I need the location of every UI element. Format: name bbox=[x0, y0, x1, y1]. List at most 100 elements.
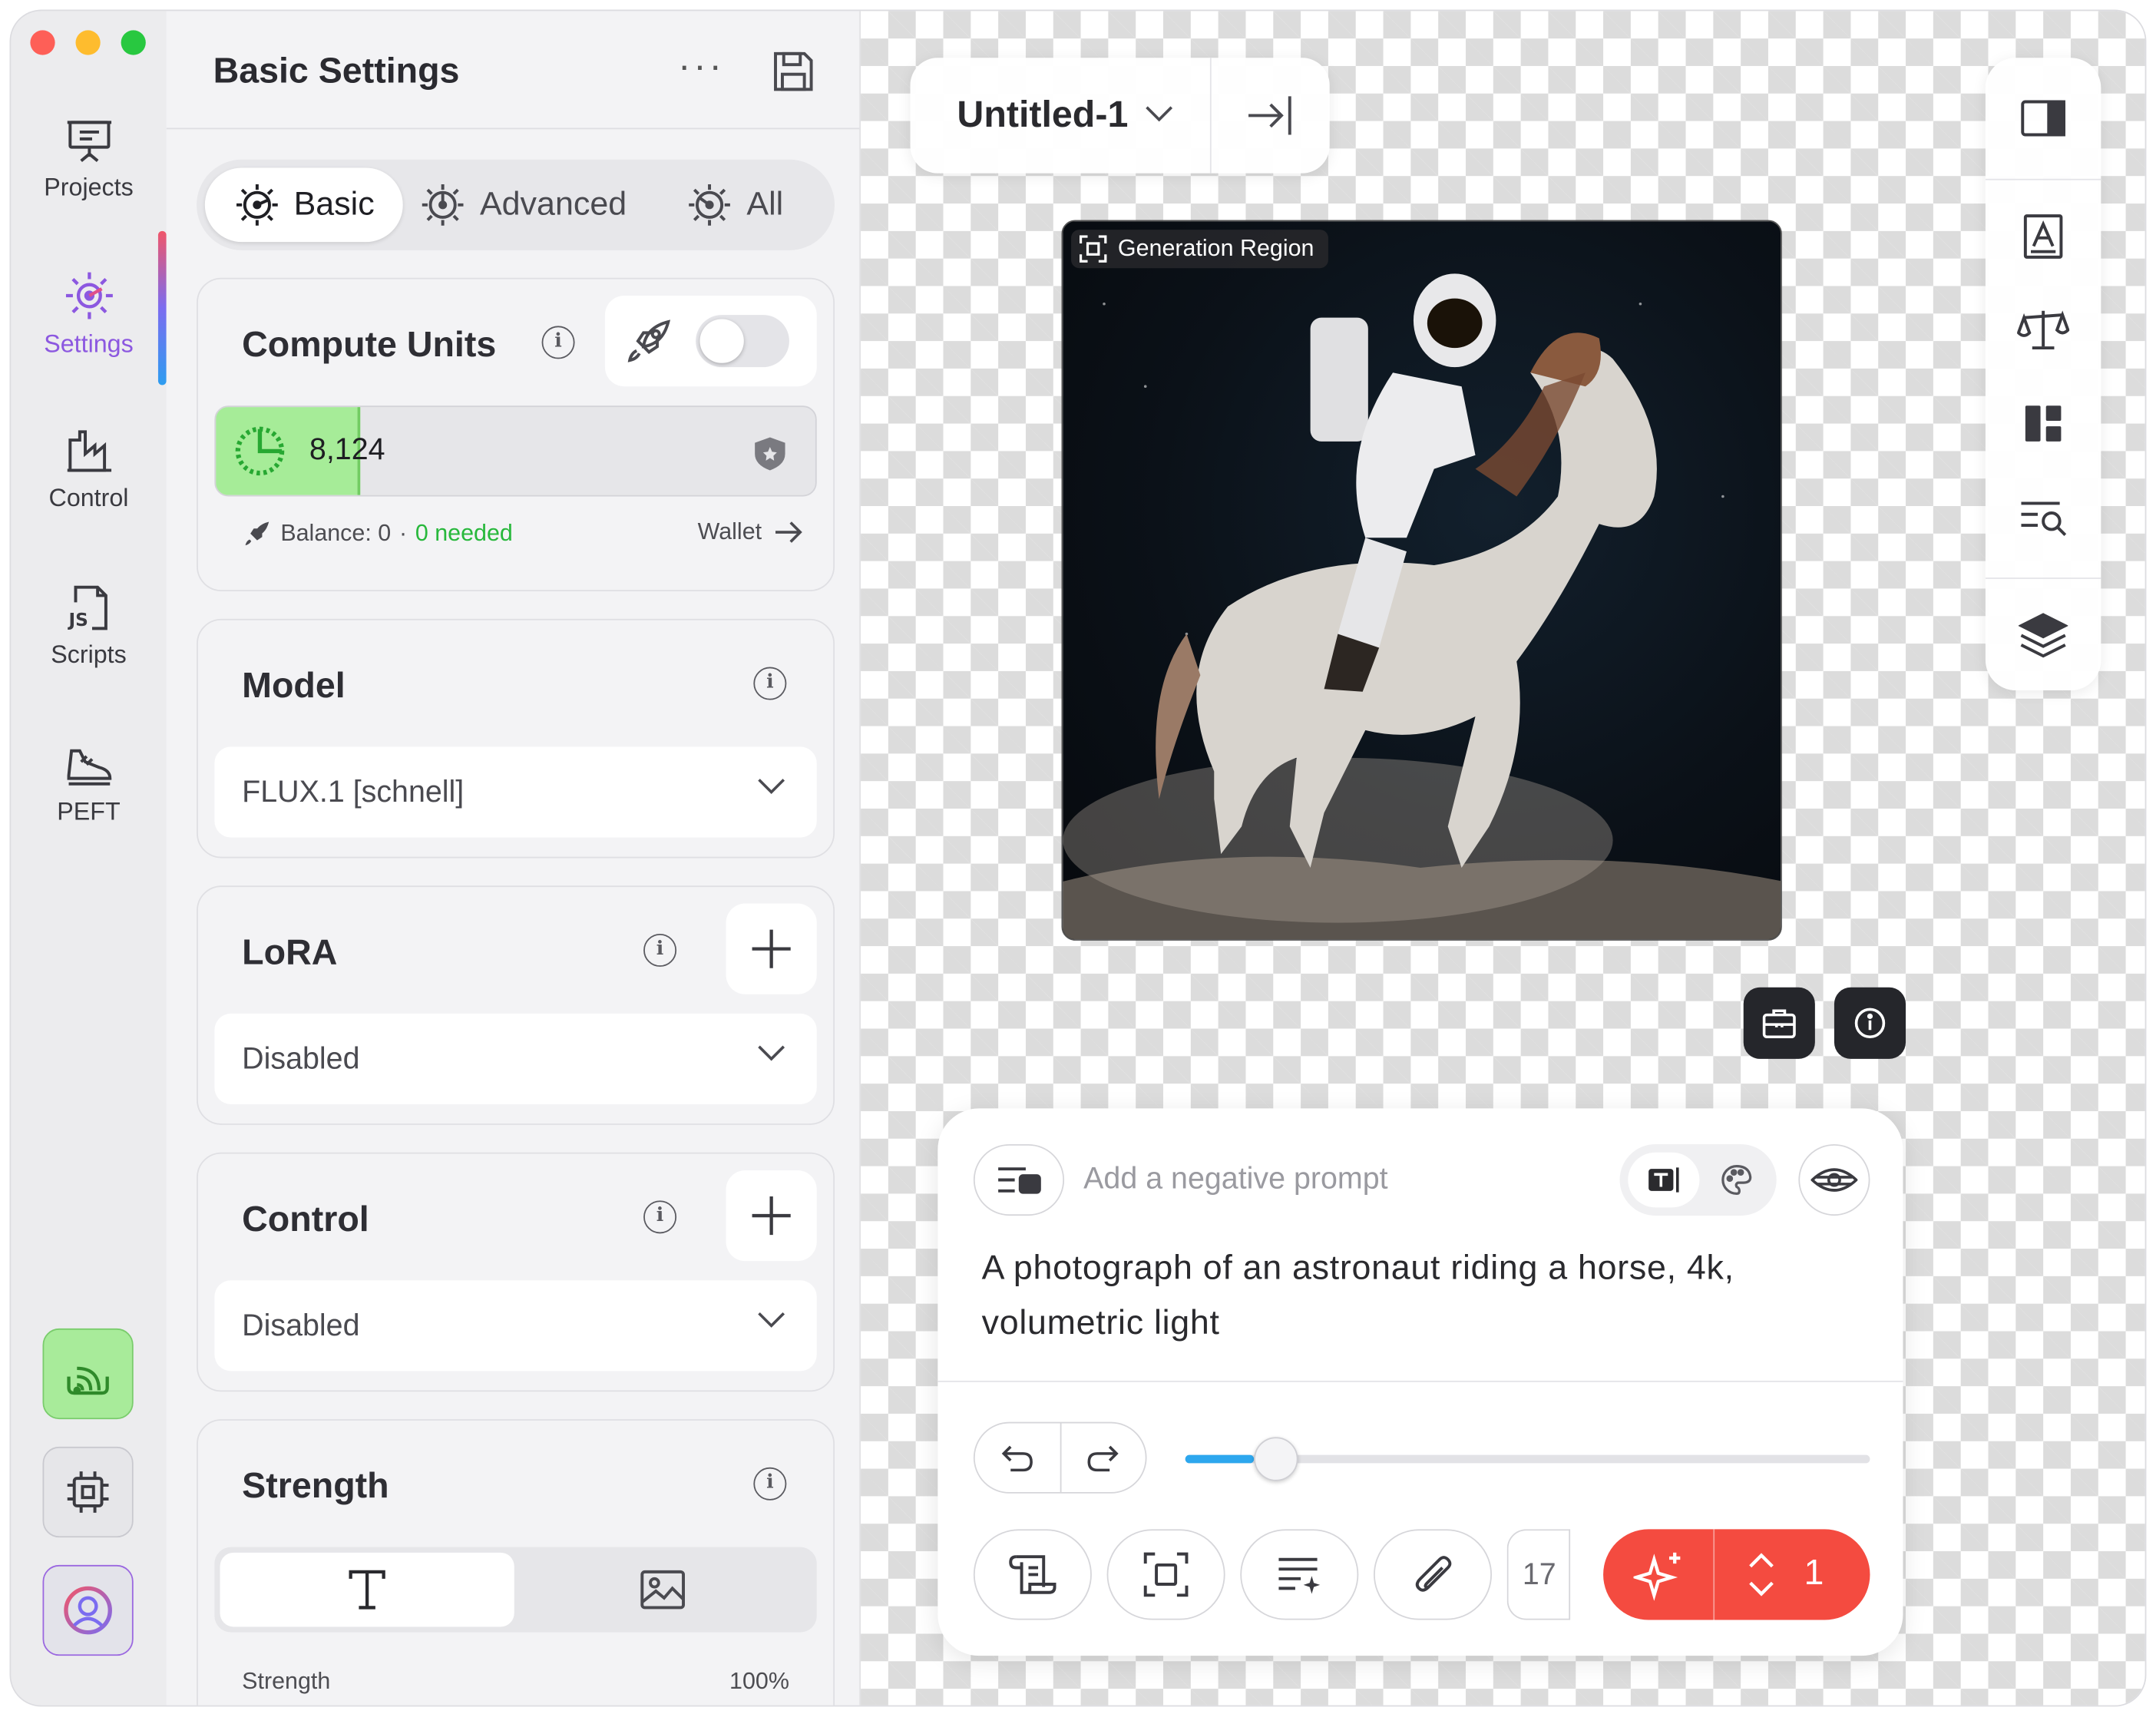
prompt-mode-toggle bbox=[1619, 1143, 1777, 1216]
tab-advanced[interactable]: Advanced bbox=[419, 167, 627, 242]
region-select-button[interactable] bbox=[1106, 1529, 1225, 1620]
wallet-label: Wallet bbox=[697, 518, 762, 545]
redo-icon[interactable] bbox=[1085, 1443, 1121, 1473]
negative-prompt-input[interactable]: Add a negative prompt bbox=[1083, 1160, 1387, 1196]
scripts-button[interactable] bbox=[973, 1529, 1092, 1620]
save-icon[interactable] bbox=[769, 47, 818, 96]
all-mode-icon bbox=[689, 184, 730, 226]
settings-sun-icon bbox=[65, 272, 112, 319]
device-button[interactable] bbox=[42, 1446, 134, 1538]
slider-knob[interactable] bbox=[1253, 1437, 1298, 1481]
toolbox-button[interactable] bbox=[1743, 987, 1815, 1059]
attach-button[interactable] bbox=[1374, 1529, 1493, 1620]
tab-basic[interactable]: Basic bbox=[204, 167, 403, 243]
stepper-icon[interactable] bbox=[1746, 1548, 1776, 1600]
model-select[interactable]: FLUX.1 [schnell] bbox=[214, 746, 817, 838]
steps-count[interactable]: 17 bbox=[1506, 1529, 1571, 1620]
text-cursor-icon bbox=[1648, 1167, 1679, 1193]
layers-button[interactable] bbox=[1986, 594, 2101, 677]
generated-image[interactable]: Generation Region bbox=[1061, 220, 1782, 941]
layers-icon bbox=[2018, 613, 2068, 658]
prompt-input[interactable]: A photograph of an astronaut riding a ho… bbox=[982, 1240, 1876, 1350]
control-select[interactable]: Disabled bbox=[214, 1280, 817, 1372]
panel-title: Basic Settings bbox=[213, 49, 460, 91]
wallet-link[interactable]: Wallet bbox=[698, 518, 803, 546]
advanced-mode-icon bbox=[422, 184, 464, 226]
tab-label: All bbox=[746, 185, 784, 223]
rail-item-peft[interactable]: PEFT bbox=[11, 740, 166, 826]
rail-item-scripts[interactable]: JS Scripts bbox=[11, 583, 166, 670]
canvas-area[interactable]: Untitled-1 Generation Region Add a negat… bbox=[861, 11, 2145, 1706]
generate-button[interactable]: 1 bbox=[1603, 1529, 1870, 1620]
plus-icon bbox=[752, 929, 791, 968]
undo-icon[interactable] bbox=[1000, 1443, 1036, 1473]
paperclip-icon bbox=[1415, 1556, 1452, 1592]
user-avatar-icon bbox=[64, 1586, 112, 1635]
info-icon[interactable]: i bbox=[753, 1467, 787, 1501]
rocket-icon bbox=[627, 319, 671, 362]
card-title: Compute Units bbox=[242, 323, 497, 365]
account-button[interactable] bbox=[42, 1564, 134, 1656]
info-icon[interactable]: i bbox=[643, 933, 677, 967]
info-icon[interactable]: i bbox=[541, 326, 575, 359]
lora-select[interactable]: Disabled bbox=[214, 1013, 817, 1105]
visibility-button[interactable] bbox=[1798, 1143, 1870, 1216]
server-connect-button[interactable] bbox=[42, 1328, 134, 1420]
search-text-button[interactable] bbox=[1986, 476, 2101, 558]
add-control-button[interactable] bbox=[726, 1170, 817, 1262]
sparkles-icon bbox=[1633, 1552, 1681, 1601]
rail-item-settings[interactable]: Settings bbox=[11, 270, 166, 359]
divider bbox=[1713, 1529, 1715, 1620]
compute-units-value: 8,124 bbox=[309, 432, 385, 467]
history-slider[interactable] bbox=[1185, 1437, 1870, 1481]
nav-rail: Projects Settings Control JS Scripts PEF… bbox=[11, 11, 167, 1706]
rail-item-projects[interactable]: Projects bbox=[11, 115, 166, 202]
zoom-window-button[interactable] bbox=[121, 30, 146, 55]
minimize-window-button[interactable] bbox=[75, 30, 101, 55]
tab-all[interactable]: All bbox=[686, 167, 784, 242]
generation-region-label: Generation Region bbox=[1071, 230, 1328, 269]
basic-mode-icon bbox=[236, 184, 278, 226]
region-select-icon bbox=[1143, 1552, 1189, 1597]
more-options-button[interactable]: ··· bbox=[678, 44, 725, 88]
add-lora-button[interactable] bbox=[726, 903, 817, 994]
text-mode-button[interactable] bbox=[1628, 1152, 1700, 1208]
image-source-button[interactable] bbox=[514, 1553, 812, 1627]
divider bbox=[937, 1380, 1903, 1382]
prompt-list-button[interactable] bbox=[973, 1143, 1065, 1216]
card-title: Model bbox=[242, 663, 346, 706]
balance-text: Balance: 0 bbox=[280, 519, 392, 546]
cpu-icon bbox=[67, 1471, 109, 1513]
card-title: Control bbox=[242, 1197, 369, 1239]
rail-item-label: Projects bbox=[44, 173, 134, 201]
collapse-panel-icon[interactable] bbox=[1245, 92, 1295, 139]
panel-header: Basic Settings ··· bbox=[166, 11, 860, 130]
prompt-enhance-button[interactable] bbox=[1240, 1529, 1359, 1620]
rail-item-label: Control bbox=[48, 484, 129, 512]
info-icon[interactable]: i bbox=[753, 667, 787, 700]
chevron-down-icon[interactable] bbox=[1144, 104, 1174, 124]
control-card: Control i Disabled bbox=[197, 1152, 835, 1392]
boost-toggle-group bbox=[604, 296, 817, 387]
dashboard-icon bbox=[2025, 405, 2062, 442]
image-info-button[interactable] bbox=[1834, 987, 1906, 1059]
compare-button[interactable] bbox=[1986, 289, 2101, 371]
toggle-inspector-button[interactable] bbox=[1986, 77, 2101, 159]
info-icon[interactable]: i bbox=[643, 1200, 677, 1234]
history-controls bbox=[973, 1421, 1147, 1494]
scale-balance-icon bbox=[2017, 310, 2070, 350]
close-window-button[interactable] bbox=[30, 30, 55, 55]
layout-button[interactable] bbox=[1986, 382, 2101, 465]
divider bbox=[1060, 1423, 1062, 1493]
text-source-button[interactable] bbox=[220, 1552, 514, 1627]
app-window: Projects Settings Control JS Scripts PEF… bbox=[11, 11, 2145, 1706]
text-tool-button[interactable] bbox=[1986, 195, 2101, 277]
style-mode-button[interactable] bbox=[1702, 1153, 1771, 1208]
boost-toggle[interactable] bbox=[696, 315, 789, 368]
divider bbox=[1985, 178, 2101, 180]
svg-text:JS: JS bbox=[67, 610, 88, 630]
document-title[interactable]: Untitled-1 bbox=[957, 94, 1128, 137]
rail-item-control[interactable]: Control bbox=[11, 426, 166, 513]
model-card: Model i FLUX.1 [schnell] bbox=[197, 618, 835, 859]
text-search-icon bbox=[2021, 501, 2067, 537]
